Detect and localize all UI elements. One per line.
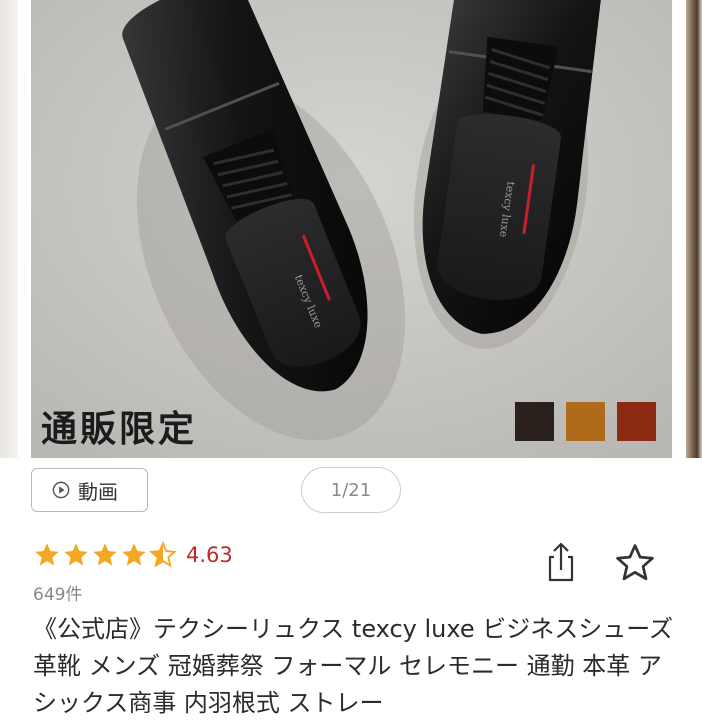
rating-value: 4.63 — [186, 543, 233, 567]
product-photo: texcy luxe texcy luxe — [31, 0, 672, 458]
next-image-peek[interactable] — [686, 0, 702, 458]
play-circle-icon — [52, 481, 70, 499]
rating[interactable]: 4.63 — [33, 541, 233, 569]
star-full-icon — [93, 543, 117, 566]
image-counter: 1/21 — [301, 467, 401, 513]
swatch-dark-red — [617, 402, 656, 441]
image-carousel[interactable]: texcy luxe texcy luxe 通販限定 — [0, 0, 702, 458]
swatch-brown — [566, 402, 605, 441]
swatch-black — [515, 402, 554, 441]
star-full-icon — [35, 543, 59, 566]
video-button[interactable]: 動画 — [31, 468, 148, 512]
color-swatches — [515, 402, 656, 441]
previous-image-peek[interactable] — [0, 0, 18, 458]
product-title: 《公式店》テクシーリュクス texcy luxe ビジネスシューズ 革靴 メンズ… — [33, 615, 674, 717]
star-half-icon — [149, 541, 177, 568]
video-button-label: 動画 — [78, 479, 118, 504]
product-image[interactable]: texcy luxe texcy luxe 通販限定 — [31, 0, 672, 458]
star-outline-icon[interactable] — [613, 541, 657, 585]
star-full-icon — [64, 543, 88, 566]
share-icon[interactable] — [541, 540, 581, 584]
review-count[interactable]: 649件 — [33, 580, 82, 605]
star-full-icon — [122, 543, 146, 566]
online-exclusive-badge: 通販限定 — [41, 408, 198, 450]
